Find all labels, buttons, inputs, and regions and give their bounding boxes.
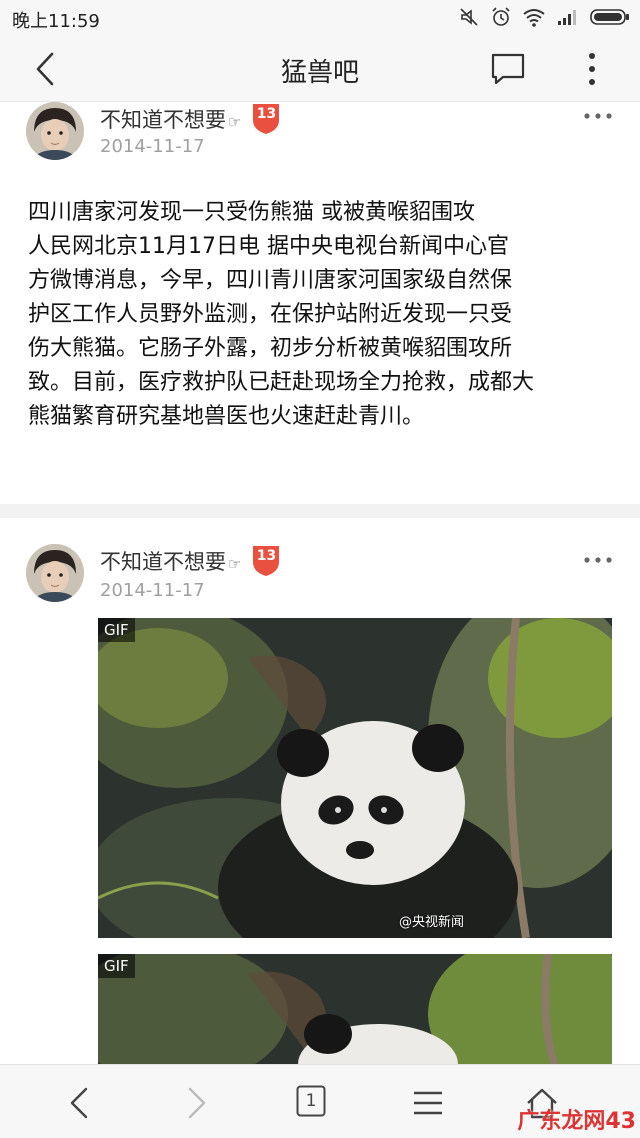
post-more-button[interactable] xyxy=(582,554,614,566)
menu-button[interactable] xyxy=(408,1083,448,1123)
comment-button[interactable] xyxy=(490,52,526,86)
post-more-button[interactable] xyxy=(582,110,614,122)
level-number: 13 xyxy=(256,548,277,564)
gif-badge: GIF xyxy=(98,954,135,978)
level-badge: 13 xyxy=(251,544,281,578)
panda-photo xyxy=(98,618,612,938)
mute-icon xyxy=(460,8,478,26)
post-text-line: 四川唐家河发现一只受伤熊猫 或被黄喉貂围攻 xyxy=(28,200,475,225)
status-bar: 晚上11:59 xyxy=(0,0,640,36)
username[interactable]: 不知道不想要 xyxy=(100,546,226,576)
post-text-line: 方微博消息，今早，四川青川唐家河国家级自然保 xyxy=(28,268,513,293)
author-row: 不知道不想要 ☞ 13 xyxy=(100,102,281,136)
post-card: 不知道不想要 ☞ 13 2014-11-17 四川唐家河发现一只受伤熊猫 或被黄… xyxy=(0,102,640,504)
level-number: 13 xyxy=(256,106,277,122)
post-text: 四川唐家河发现一只受伤熊猫 或被黄喉貂围攻 人民网北京11月17日电 据中央电视… xyxy=(28,196,618,434)
title-bar: 猛兽吧 xyxy=(0,36,640,102)
battery-icon xyxy=(590,9,629,25)
panda-photo xyxy=(98,954,612,1064)
avatar[interactable] xyxy=(26,544,84,602)
hand-pointer-icon: ☞ xyxy=(228,555,242,573)
tab-count: 1 xyxy=(305,1091,317,1111)
post-text-line: 伤大熊猫。它肠子外露，初步分析被黄喉貂围攻所 xyxy=(28,336,513,361)
level-badge: 13 xyxy=(251,102,281,136)
status-icons xyxy=(458,6,630,28)
hand-pointer-icon: ☞ xyxy=(228,113,242,131)
wifi-icon xyxy=(523,9,545,27)
image-watermark: @央视新闻 xyxy=(398,915,464,930)
page-title: 猛兽吧 xyxy=(280,58,359,88)
more-menu-button[interactable] xyxy=(582,50,602,88)
signal-icon xyxy=(558,10,576,25)
browser-back-button[interactable] xyxy=(60,1083,100,1123)
avatar[interactable] xyxy=(26,102,84,160)
gif-image[interactable]: GIF xyxy=(98,954,612,1064)
post-text-line: 致。目前，医疗救护队已赶赴现场全力抢救，成都大 xyxy=(28,370,535,395)
corner-watermark: 广东龙网43 xyxy=(517,1109,636,1134)
browser-forward-button[interactable] xyxy=(176,1083,216,1123)
gif-image[interactable]: GIF @央视新闻 xyxy=(98,618,612,938)
post-text-line: 熊猫繁育研究基地兽医也火速赶赴青川。 xyxy=(28,404,425,429)
post-date: 2014-11-17 xyxy=(100,136,205,157)
tabs-button[interactable]: 1 xyxy=(296,1085,326,1117)
username[interactable]: 不知道不想要 xyxy=(100,104,226,134)
status-time: 晚上11:59 xyxy=(12,11,100,32)
gif-badge: GIF xyxy=(98,618,135,642)
bottom-nav: 1 广东龙网43 43 xyxy=(0,1064,640,1138)
post-card: 不知道不想要 ☞ 13 2014-11-17 GIF @央视新闻 GIF xyxy=(0,518,640,1064)
alarm-icon xyxy=(492,7,510,26)
post-text-line: 护区工作人员野外监测，在保护站附近发现一只受 xyxy=(28,302,513,327)
post-date: 2014-11-17 xyxy=(100,580,205,601)
post-text-line: 人民网北京11月17日电 据中央电视台新闻中心官 xyxy=(28,234,509,259)
author-row: 不知道不想要 ☞ 13 xyxy=(100,544,281,578)
post-divider xyxy=(0,504,640,518)
